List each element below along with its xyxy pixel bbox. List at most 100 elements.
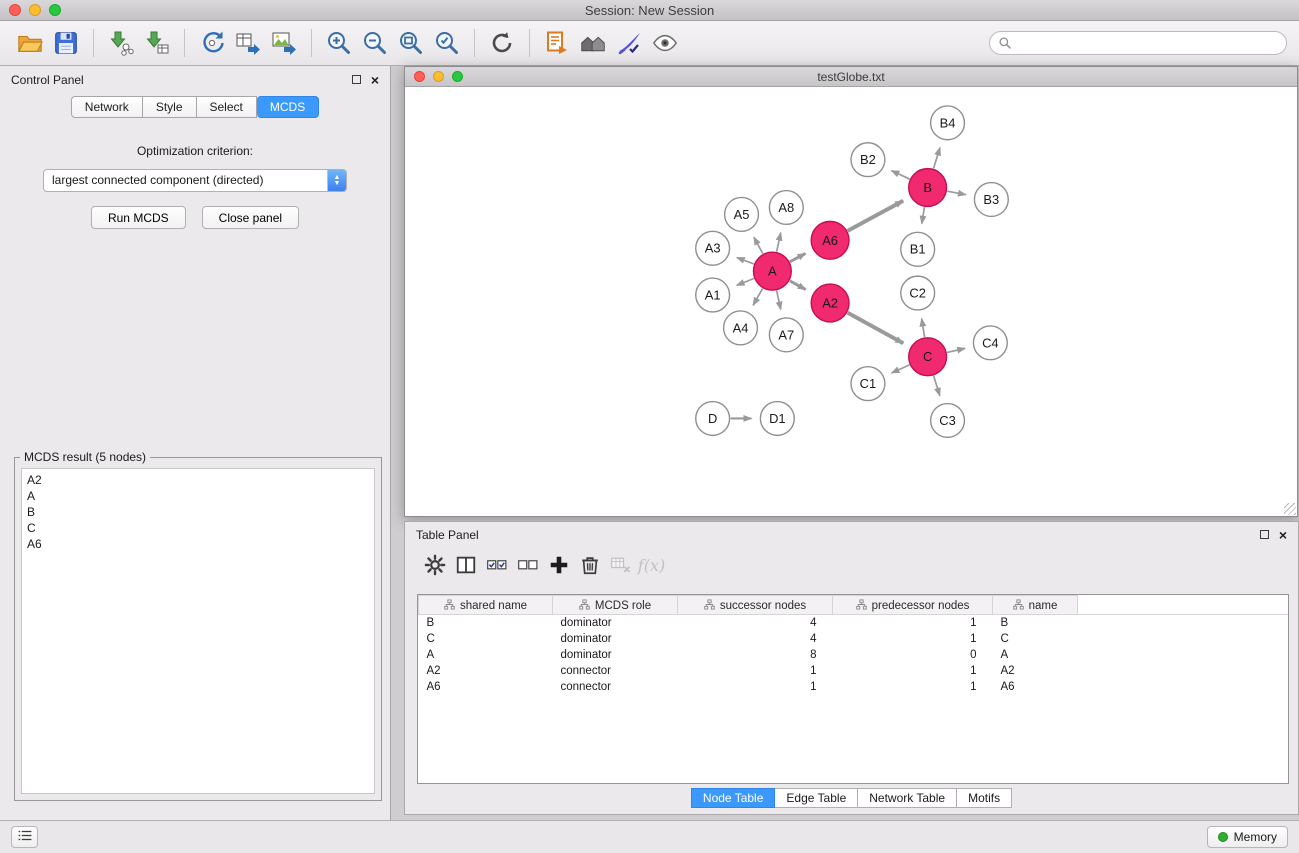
create-column-button[interactable]	[543, 550, 574, 580]
import-table-button[interactable]	[139, 26, 175, 60]
tab-style[interactable]: Style	[143, 96, 197, 118]
graph-edge-C-C1[interactable]	[892, 365, 910, 373]
graph-edge-B-B1[interactable]	[922, 207, 925, 224]
cell-predecessor-nodes[interactable]: 1	[833, 615, 993, 631]
cell-name[interactable]: B	[993, 615, 1078, 631]
save-session-button[interactable]	[48, 26, 84, 60]
close-window-button[interactable]	[9, 4, 21, 16]
tab-network-table[interactable]: Network Table	[858, 788, 957, 808]
column-header-name[interactable]: name	[993, 596, 1078, 615]
deselect-all-rows-button[interactable]	[512, 550, 543, 580]
minimize-window-button[interactable]	[29, 4, 41, 16]
graph-edge-A-A3[interactable]	[737, 258, 754, 264]
cell-mcds-role[interactable]: dominator	[553, 615, 678, 631]
graph-node-B4[interactable]: B4	[931, 106, 965, 140]
graph-node-C3[interactable]: C3	[931, 404, 965, 438]
resize-grip-icon[interactable]	[1284, 503, 1296, 515]
cell-successor-nodes[interactable]: 4	[678, 631, 833, 647]
mcds-result-item[interactable]: B	[27, 504, 369, 520]
mcds-result-item[interactable]: C	[27, 520, 369, 536]
graph-node-B[interactable]: B	[909, 169, 947, 207]
graph-node-A8[interactable]: A8	[769, 191, 803, 225]
column-header-mcds-role[interactable]: MCDS role	[553, 596, 678, 615]
close-panel-button[interactable]: Close panel	[202, 206, 299, 229]
report-button[interactable]	[539, 26, 575, 60]
criterion-dropdown[interactable]: largest connected component (directed) ▲…	[43, 169, 347, 192]
task-history-button[interactable]	[11, 826, 38, 848]
cell-mcds-role[interactable]: dominator	[553, 647, 678, 663]
table-row[interactable]: A2connector11A2	[419, 663, 1289, 679]
zoom-out-button[interactable]	[357, 26, 393, 60]
graph-node-A3[interactable]: A3	[696, 231, 730, 265]
zoom-in-button[interactable]	[321, 26, 357, 60]
tab-edge-table[interactable]: Edge Table	[775, 788, 858, 808]
cell-predecessor-nodes[interactable]: 1	[833, 631, 993, 647]
tab-network[interactable]: Network	[71, 96, 143, 118]
network-graph[interactable]: B4B2BB3A5A8A6A3AB1A1A2C2A4A7C4CC1DD1C3	[406, 88, 1296, 515]
cell-name[interactable]: C	[993, 631, 1078, 647]
cell-shared-name[interactable]: A2	[419, 663, 553, 679]
graph-node-A6[interactable]: A6	[811, 221, 849, 259]
graph-node-B1[interactable]: B1	[901, 232, 935, 266]
graph-node-A[interactable]: A	[753, 252, 791, 290]
graph-edge-C-C4[interactable]	[947, 348, 965, 352]
graph-node-A4[interactable]: A4	[724, 311, 758, 345]
cell-successor-nodes[interactable]: 1	[678, 679, 833, 695]
network-minimize-button[interactable]	[433, 71, 444, 82]
mcds-result-list[interactable]: A2ABCA6	[21, 468, 375, 794]
import-network-button[interactable]	[103, 26, 139, 60]
graph-edge-A6-B[interactable]	[848, 201, 904, 231]
graph-node-C[interactable]: C	[909, 338, 947, 376]
network-zoom-button[interactable]	[452, 71, 463, 82]
cell-mcds-role[interactable]: connector	[553, 663, 678, 679]
delete-table-button[interactable]	[605, 550, 636, 580]
cell-predecessor-nodes[interactable]: 0	[833, 647, 993, 663]
tab-node-table[interactable]: Node Table	[691, 788, 776, 808]
graph-node-A1[interactable]: A1	[696, 278, 730, 312]
tab-mcds[interactable]: MCDS	[257, 96, 319, 118]
cell-shared-name[interactable]: C	[419, 631, 553, 647]
close-table-panel-icon[interactable]: ×	[1279, 530, 1287, 540]
mcds-result-item[interactable]: A2	[27, 472, 369, 488]
show-hide-button[interactable]	[647, 26, 683, 60]
graph-edge-A2-C[interactable]	[848, 313, 904, 344]
graph-node-B3[interactable]: B3	[974, 183, 1008, 217]
network-close-button[interactable]	[414, 71, 425, 82]
graph-edge-A-A7[interactable]	[777, 291, 781, 310]
zoom-selected-button[interactable]	[429, 26, 465, 60]
cell-shared-name[interactable]: B	[419, 615, 553, 631]
style-check-button[interactable]	[611, 26, 647, 60]
open-session-button[interactable]	[12, 26, 48, 60]
graph-edge-B-B3[interactable]	[947, 191, 966, 194]
export-network-button[interactable]	[194, 26, 230, 60]
cell-predecessor-nodes[interactable]: 1	[833, 663, 993, 679]
cell-successor-nodes[interactable]: 1	[678, 663, 833, 679]
cell-predecessor-nodes[interactable]: 1	[833, 679, 993, 695]
graph-edge-A-A8[interactable]	[777, 233, 781, 252]
column-header-predecessor-nodes[interactable]: predecessor nodes	[833, 596, 993, 615]
tab-motifs[interactable]: Motifs	[957, 788, 1012, 808]
export-image-button[interactable]	[266, 26, 302, 60]
graph-node-A5[interactable]: A5	[725, 197, 759, 231]
graph-edge-A-A6[interactable]	[790, 253, 806, 261]
graph-edge-B-B4[interactable]	[934, 148, 940, 169]
cell-successor-nodes[interactable]: 4	[678, 615, 833, 631]
graph-edge-A-A5[interactable]	[754, 237, 763, 254]
graph-edge-A-A4[interactable]	[753, 288, 762, 305]
graph-node-C4[interactable]: C4	[973, 326, 1007, 360]
table-row[interactable]: Adominator80A	[419, 647, 1289, 663]
run-mcds-button[interactable]: Run MCDS	[91, 206, 186, 229]
search-box[interactable]	[989, 31, 1287, 55]
close-panel-icon[interactable]: ×	[371, 75, 379, 85]
graph-edge-A-A2[interactable]	[790, 281, 806, 290]
cell-shared-name[interactable]: A6	[419, 679, 553, 695]
mcds-result-item[interactable]: A	[27, 488, 369, 504]
cell-name[interactable]: A	[993, 647, 1078, 663]
graph-node-C1[interactable]: C1	[851, 367, 885, 401]
tab-select[interactable]: Select	[197, 96, 257, 118]
graph-node-B2[interactable]: B2	[851, 143, 885, 177]
graph-node-A7[interactable]: A7	[769, 318, 803, 352]
cell-successor-nodes[interactable]: 8	[678, 647, 833, 663]
table-row[interactable]: Bdominator41B	[419, 615, 1289, 631]
graph-edge-C-C2[interactable]	[922, 319, 925, 337]
